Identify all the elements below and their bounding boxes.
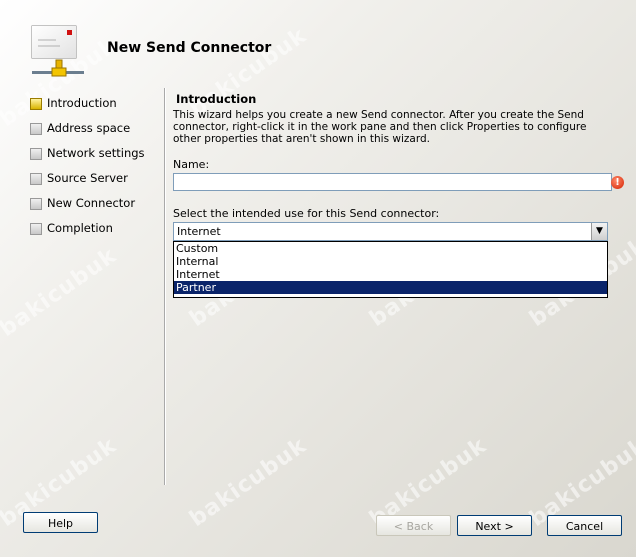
nav-step-source-server[interactable]: Source Server: [30, 171, 160, 196]
step-pending-icon: [30, 123, 42, 135]
step-pending-icon: [30, 198, 42, 210]
intended-use-select[interactable]: Internet ▼: [173, 222, 608, 241]
nav-step-new-connector[interactable]: New Connector: [30, 196, 160, 221]
nav-step-introduction[interactable]: Introduction: [30, 96, 160, 121]
intended-use-value: Internet: [177, 225, 221, 238]
next-button[interactable]: Next >: [457, 515, 532, 536]
nav-step-label: Completion: [47, 221, 113, 235]
watermark: bakicubuk: [185, 433, 312, 532]
error-icon: !: [611, 176, 624, 189]
wizard-title: New Send Connector: [107, 40, 272, 56]
wizard-steps-nav: Introduction Address space Network setti…: [30, 96, 160, 246]
nav-step-label: Network settings: [47, 146, 145, 160]
intro-text: This wizard helps you create a new Send …: [173, 109, 587, 145]
intended-use-dropdown-list: Custom Internal Internet Partner: [173, 241, 608, 298]
nav-step-label: Source Server: [47, 171, 128, 185]
step-pending-icon: [30, 148, 42, 160]
section-title: Introduction: [176, 92, 257, 106]
intended-use-label: Select the intended use for this Send co…: [173, 207, 440, 220]
chevron-down-icon[interactable]: ▼: [591, 223, 607, 240]
dropdown-option-internet[interactable]: Internet: [174, 268, 607, 281]
nav-step-label: Address space: [47, 121, 131, 135]
watermark: bakicubuk: [0, 243, 122, 342]
nav-step-address-space[interactable]: Address space: [30, 121, 160, 146]
dropdown-option-partner[interactable]: Partner: [174, 281, 607, 294]
step-pending-icon: [30, 223, 42, 235]
watermark: bakicubuk: [185, 23, 312, 122]
nav-step-label: Introduction: [47, 96, 117, 110]
help-button[interactable]: Help: [23, 512, 98, 533]
dropdown-option-custom[interactable]: Custom: [174, 242, 607, 255]
name-label: Name:: [173, 158, 210, 171]
nav-step-completion[interactable]: Completion: [30, 221, 160, 246]
nav-step-label: New Connector: [47, 196, 136, 210]
send-connector-icon: [26, 22, 88, 82]
step-pending-icon: [30, 173, 42, 185]
name-input[interactable]: [173, 173, 612, 191]
dropdown-option-internal[interactable]: Internal: [174, 255, 607, 268]
back-button[interactable]: < Back: [376, 515, 451, 536]
cancel-button[interactable]: Cancel: [547, 515, 622, 536]
nav-step-network-settings[interactable]: Network settings: [30, 146, 160, 171]
step-active-icon: [30, 98, 42, 110]
nav-divider: [164, 88, 165, 485]
